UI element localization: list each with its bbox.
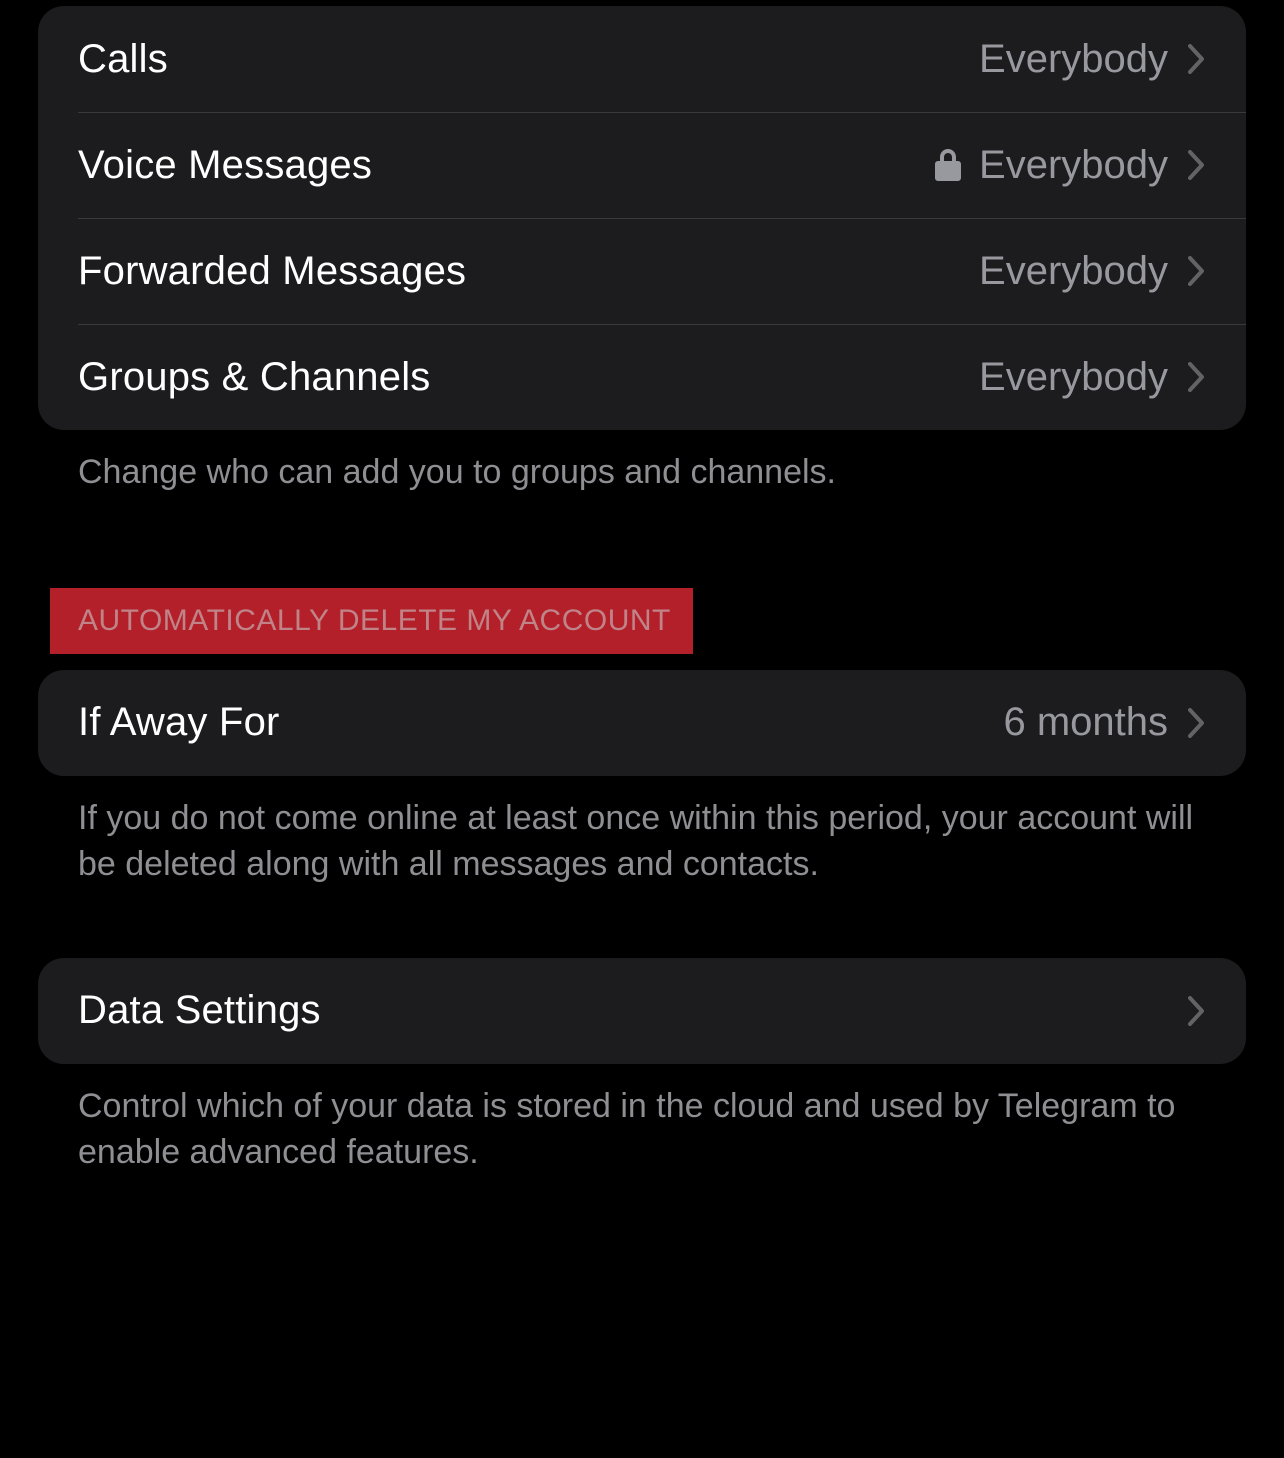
chevron-right-icon	[1188, 996, 1206, 1026]
row-forwarded-messages[interactable]: Forwarded Messages Everybody	[38, 218, 1246, 324]
row-value: Everybody	[979, 37, 1168, 82]
row-right: Everybody	[935, 143, 1206, 188]
row-calls[interactable]: Calls Everybody	[38, 6, 1246, 112]
row-label: Voice Messages	[78, 143, 372, 188]
row-voice-messages[interactable]: Voice Messages Everybody	[38, 112, 1246, 218]
row-groups-channels[interactable]: Groups & Channels Everybody	[38, 324, 1246, 430]
row-value: Everybody	[979, 249, 1168, 294]
row-if-away-for[interactable]: If Away For 6 months	[38, 670, 1246, 776]
row-label: Data Settings	[78, 988, 321, 1033]
chevron-right-icon	[1188, 44, 1206, 74]
row-value: Everybody	[979, 143, 1168, 188]
privacy-footer: Change who can add you to groups and cha…	[38, 430, 1246, 496]
row-data-settings[interactable]: Data Settings	[38, 958, 1246, 1064]
row-value: 6 months	[1003, 700, 1168, 745]
chevron-right-icon	[1188, 256, 1206, 286]
chevron-right-icon	[1188, 362, 1206, 392]
row-label: If Away For	[78, 700, 280, 745]
row-right: Everybody	[979, 249, 1206, 294]
chevron-right-icon	[1188, 150, 1206, 180]
privacy-group: Calls Everybody Voice Messages Everybody	[38, 6, 1246, 430]
row-label: Groups & Channels	[78, 355, 430, 400]
row-right	[1188, 996, 1206, 1026]
row-right: Everybody	[979, 37, 1206, 82]
row-right: Everybody	[979, 355, 1206, 400]
data-settings-footer: Control which of your data is stored in …	[38, 1064, 1246, 1176]
row-label: Calls	[78, 37, 168, 82]
row-value: Everybody	[979, 355, 1168, 400]
row-label: Forwarded Messages	[78, 249, 466, 294]
header-highlight: AUTOMATICALLY DELETE MY ACCOUNT	[50, 588, 693, 654]
chevron-right-icon	[1188, 708, 1206, 738]
auto-delete-footer: If you do not come online at least once …	[38, 776, 1246, 888]
auto-delete-group: If Away For 6 months	[38, 670, 1246, 776]
row-right: 6 months	[1003, 700, 1206, 745]
data-settings-group: Data Settings	[38, 958, 1246, 1064]
auto-delete-header: AUTOMATICALLY DELETE MY ACCOUNT	[38, 588, 1246, 670]
lock-icon	[935, 149, 961, 181]
